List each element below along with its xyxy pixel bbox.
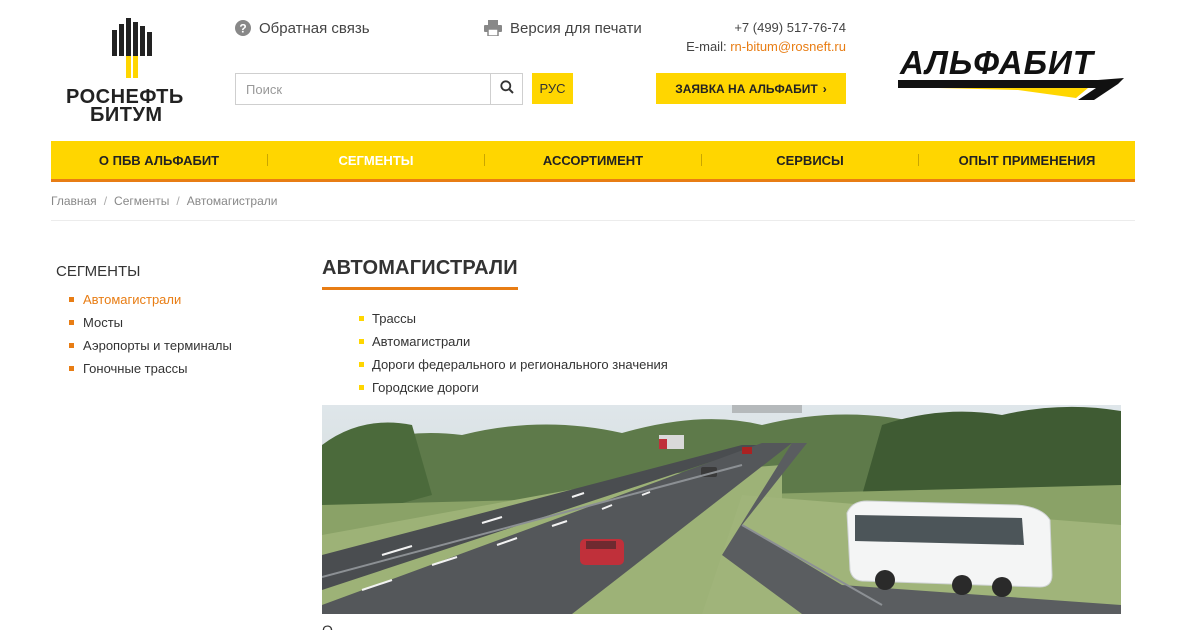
list-item-label: Автомагистрали	[372, 334, 471, 349]
list-item: Городские дороги	[359, 376, 668, 399]
bullet-icon	[359, 362, 364, 367]
brand-name-line2: БИТУМ	[90, 104, 163, 126]
bullet-icon	[359, 385, 364, 390]
breadcrumb-home[interactable]: Главная	[51, 194, 97, 208]
question-circle-icon: ?	[235, 20, 251, 36]
nav-item-experience[interactable]: ОПЫТ ПРИМЕНЕНИЯ	[919, 141, 1135, 179]
email-row: E-mail: rn-bitum@rosneft.ru	[686, 37, 846, 56]
body-text-start: О	[322, 622, 333, 630]
breadcrumb-separator: /	[103, 194, 108, 208]
search-box	[235, 73, 523, 105]
sidebar-item-label: Гоночные трассы	[83, 361, 188, 376]
svg-text:?: ?	[239, 22, 246, 36]
sidebar-item-label: Аэропорты и терминалы	[83, 338, 232, 353]
bullet-icon	[359, 316, 364, 321]
apply-alfabit-label: ЗАЯВКА НА АЛЬФАБИТ	[675, 81, 818, 96]
search-input[interactable]	[236, 74, 490, 104]
breadcrumb-separator: /	[176, 194, 180, 208]
contacts-block: +7 (499) 517-76-74 E-mail: rn-bitum@rosn…	[686, 18, 846, 56]
apply-alfabit-button[interactable]: ЗАЯВКА НА АЛЬФАБИТ ›	[656, 73, 846, 104]
search-button[interactable]	[490, 74, 522, 104]
nav-item-assortment[interactable]: АССОРТИМЕНТ	[485, 141, 701, 179]
bullet-icon	[359, 339, 364, 344]
chevron-right-icon: ›	[822, 81, 827, 96]
sidebar-item-label: Автомагистрали	[83, 292, 182, 307]
sidebar-title: СЕГМЕНТЫ	[56, 263, 141, 280]
list-item-label: Городские дороги	[372, 380, 479, 395]
list-item-label: Дороги федерального и регионального знач…	[372, 357, 668, 372]
email-label: E-mail:	[686, 39, 727, 54]
highway-photo	[322, 405, 1121, 614]
language-switch-button[interactable]: РУС	[532, 73, 573, 104]
rosneft-bitum-logo[interactable]: РОСНЕФТЬ БИТУМ	[62, 18, 207, 126]
printer-icon	[484, 20, 502, 36]
print-version-link[interactable]: Версия для печати	[484, 18, 642, 38]
sidebar-item-bridges[interactable]: Мосты	[69, 311, 232, 334]
sidebar-item-highways[interactable]: Автомагистрали	[69, 288, 232, 311]
breadcrumb: Главная / Сегменты / Автомагистрали	[51, 194, 277, 208]
alfabit-logo-text: АЛЬФАБИТ	[900, 44, 1094, 81]
feedback-link[interactable]: ? Обратная связь	[235, 18, 370, 38]
bullet-icon	[69, 320, 74, 325]
print-version-label: Версия для печати	[510, 19, 642, 37]
main-navigation: О ПБВ АЛЬФАБИТ СЕГМЕНТЫ АССОРТИМЕНТ СЕРВ…	[51, 141, 1135, 182]
email-link[interactable]: rn-bitum@rosneft.ru	[730, 39, 846, 54]
page-title: АВТОМАГИСТРАЛИ	[322, 257, 518, 279]
alfabit-swoosh-icon	[898, 78, 1124, 100]
nav-item-about[interactable]: О ПБВ АЛЬФАБИТ	[51, 141, 267, 179]
title-underline	[322, 287, 518, 290]
phone-number: +7 (499) 517-76-74	[734, 20, 846, 35]
search-icon	[499, 79, 514, 99]
bullet-icon	[69, 343, 74, 348]
bullet-icon	[69, 366, 74, 371]
nav-item-segments[interactable]: СЕГМЕНТЫ	[268, 141, 484, 179]
nav-item-services[interactable]: СЕРВИСЫ	[702, 141, 918, 179]
sidebar-item-airports[interactable]: Аэропорты и терминалы	[69, 334, 232, 357]
sidebar-item-race-tracks[interactable]: Гоночные трассы	[69, 357, 232, 380]
bullet-icon	[69, 297, 74, 302]
sidebar-item-label: Мосты	[83, 315, 124, 330]
breadcrumb-segments[interactable]: Сегменты	[114, 194, 169, 208]
segment-list: Трассы Автомагистрали Дороги федеральног…	[359, 307, 668, 399]
list-item: Автомагистрали	[359, 330, 668, 353]
list-item-label: Трассы	[372, 311, 417, 326]
sidebar-menu: Автомагистрали Мосты Аэропорты и термина…	[69, 288, 232, 380]
breadcrumb-current: Автомагистрали	[186, 194, 278, 208]
list-item: Трассы	[359, 307, 668, 330]
feedback-label: Обратная связь	[259, 19, 370, 37]
list-item: Дороги федерального и регионального знач…	[359, 353, 668, 376]
divider	[51, 220, 1135, 221]
rosneft-logo-mark-icon	[112, 18, 152, 78]
alfabit-logo[interactable]: АЛЬФАБИТ	[898, 44, 1128, 104]
